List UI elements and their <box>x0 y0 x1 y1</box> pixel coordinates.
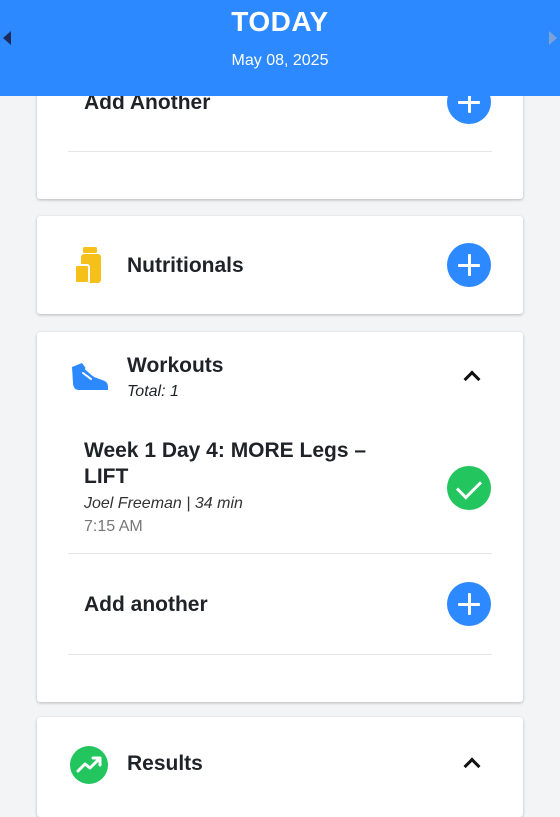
workout-item[interactable]: Week 1 Day 4: MORE Legs – LIFT Joel Free… <box>37 432 523 552</box>
nutritionals-label: Nutritionals <box>127 254 244 277</box>
page-title: TODAY <box>231 6 329 37</box>
workouts-label: Workouts <box>127 354 224 377</box>
results-card: Results <box>37 717 523 817</box>
workouts-total: Total: 1 <box>127 383 179 400</box>
workouts-card: Workouts Total: 1 Week 1 Day 4: MORE Leg… <box>37 332 523 702</box>
workout-time: 7:15 AM <box>84 518 143 535</box>
results-label: Results <box>127 752 203 775</box>
divider <box>68 553 492 554</box>
top-header: TODAY May 08, 2025 <box>0 0 560 96</box>
container-icon <box>74 247 101 284</box>
workout-trainer-duration: Joel Freeman | 34 min <box>84 495 243 512</box>
collapse-results-icon[interactable] <box>463 757 481 775</box>
divider <box>68 654 492 655</box>
next-day-icon[interactable] <box>549 31 557 45</box>
nutritionals-card[interactable]: Nutritionals <box>37 216 523 314</box>
sneaker-icon <box>72 363 108 390</box>
collapse-workouts-icon[interactable] <box>463 370 481 388</box>
add-nutritional-button[interactable] <box>447 243 491 287</box>
trending-up-icon <box>70 746 108 784</box>
add-another-workout-label[interactable]: Add another <box>84 593 208 617</box>
divider <box>68 151 492 152</box>
add-workout-button[interactable] <box>447 582 491 626</box>
current-date[interactable]: May 08, 2025 <box>0 52 560 70</box>
workout-complete-check-icon[interactable] <box>447 466 491 510</box>
workout-title: Week 1 Day 4: MORE Legs – LIFT <box>84 439 367 488</box>
